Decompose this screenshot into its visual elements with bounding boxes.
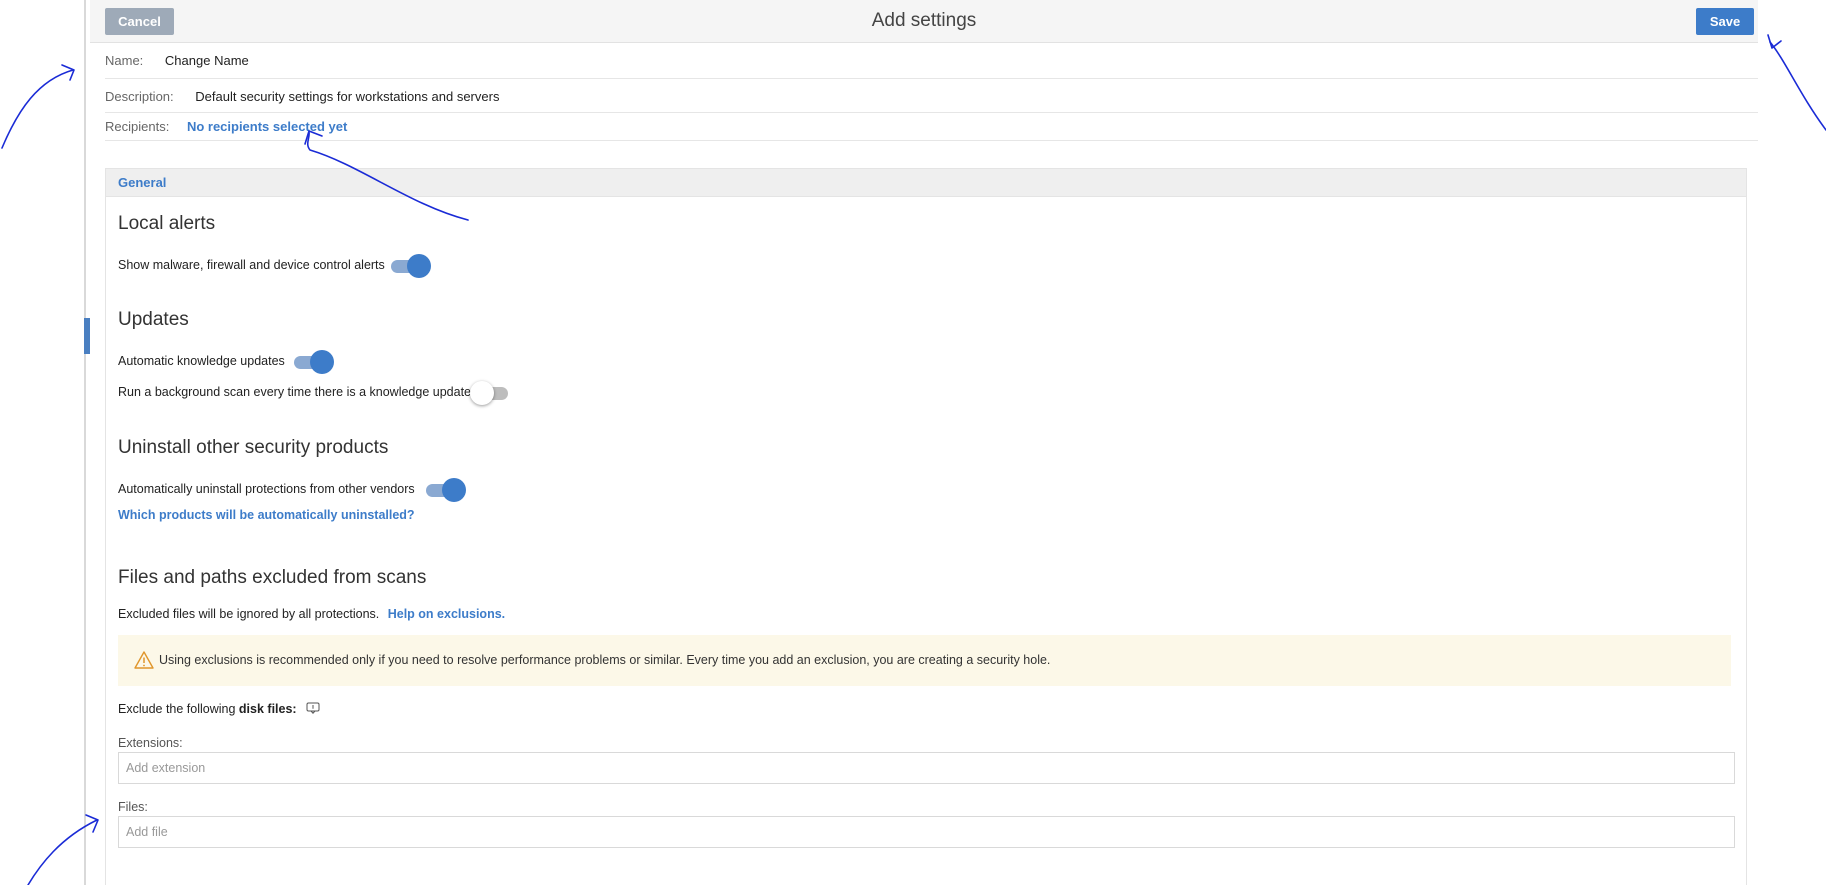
settings-panel: Cancel Add settings Save Name: Change Na…	[90, 0, 1758, 885]
info-icon[interactable]	[306, 702, 320, 714]
description-row: Description: Default security settings f…	[105, 89, 1758, 104]
disk-files-bold: disk files:	[238, 702, 297, 716]
warning-text: Using exclusions is recommended only if …	[159, 653, 1051, 667]
updates-heading: Updates	[118, 309, 189, 330]
disk-files-prefix: Exclude the following	[118, 702, 236, 716]
disk-files-line: Exclude the following disk files:	[118, 702, 320, 716]
extensions-input[interactable]	[118, 752, 1735, 784]
auto-uninstall-toggle[interactable]	[424, 477, 466, 503]
show-alerts-toggle[interactable]	[389, 253, 431, 279]
background-scan-label: Run a background scan every time there i…	[118, 385, 471, 399]
files-label: Files:	[118, 800, 148, 814]
description-label: Description:	[105, 89, 174, 104]
local-alerts-heading: Local alerts	[118, 213, 216, 234]
uninstall-heading: Uninstall other security products	[118, 437, 389, 458]
name-label: Name:	[105, 53, 144, 68]
description-value[interactable]: Default security settings for workstatio…	[195, 89, 499, 104]
exclusions-intro-text: Excluded files will be ignored by all pr…	[118, 607, 380, 621]
show-alerts-label: Show malware, firewall and device contro…	[118, 258, 385, 272]
auto-uninstall-label: Automatically uninstall protections from…	[118, 482, 415, 496]
extensions-label: Extensions:	[118, 736, 183, 750]
auto-updates-label: Automatic knowledge updates	[118, 354, 285, 368]
left-divider	[84, 0, 86, 885]
background-scan-toggle[interactable]	[470, 380, 512, 406]
annotation-arrow	[1, 69, 74, 149]
tab-general-label[interactable]: General	[118, 175, 166, 190]
warning-banner: Using exclusions is recommended only if …	[118, 635, 1731, 686]
files-input[interactable]	[118, 816, 1735, 848]
annotation-arrow	[27, 819, 98, 885]
recipients-link[interactable]: No recipients selected yet	[187, 119, 347, 134]
annotation-arrow	[61, 64, 75, 81]
general-card: General Local alerts Show malware, firew…	[105, 168, 1747, 885]
name-value[interactable]: Change Name	[165, 53, 249, 68]
help-exclusions-link[interactable]: Help on exclusions.	[388, 607, 505, 621]
row-divider	[105, 140, 1758, 141]
row-divider	[105, 78, 1758, 79]
recipients-label: Recipients:	[105, 119, 170, 134]
recipients-row: Recipients: No recipients selected yet	[105, 119, 1758, 134]
auto-updates-toggle[interactable]	[292, 349, 334, 375]
header-bar: Cancel Add settings Save	[90, 0, 1758, 43]
tab-general[interactable]: General	[106, 169, 1746, 197]
page-title: Add settings	[871, 10, 977, 31]
exclusions-intro: Excluded files will be ignored by all pr…	[118, 607, 505, 621]
warning-icon	[134, 651, 154, 669]
row-divider	[105, 112, 1758, 113]
name-row: Name: Change Name	[105, 53, 1758, 68]
which-products-link[interactable]: Which products will be automatically uni…	[118, 508, 415, 522]
annotation-arrow	[1767, 34, 1782, 49]
save-button[interactable]: Save	[1696, 8, 1754, 35]
annotation-arrow	[1769, 41, 1826, 131]
exclusions-heading: Files and paths excluded from scans	[118, 567, 427, 588]
